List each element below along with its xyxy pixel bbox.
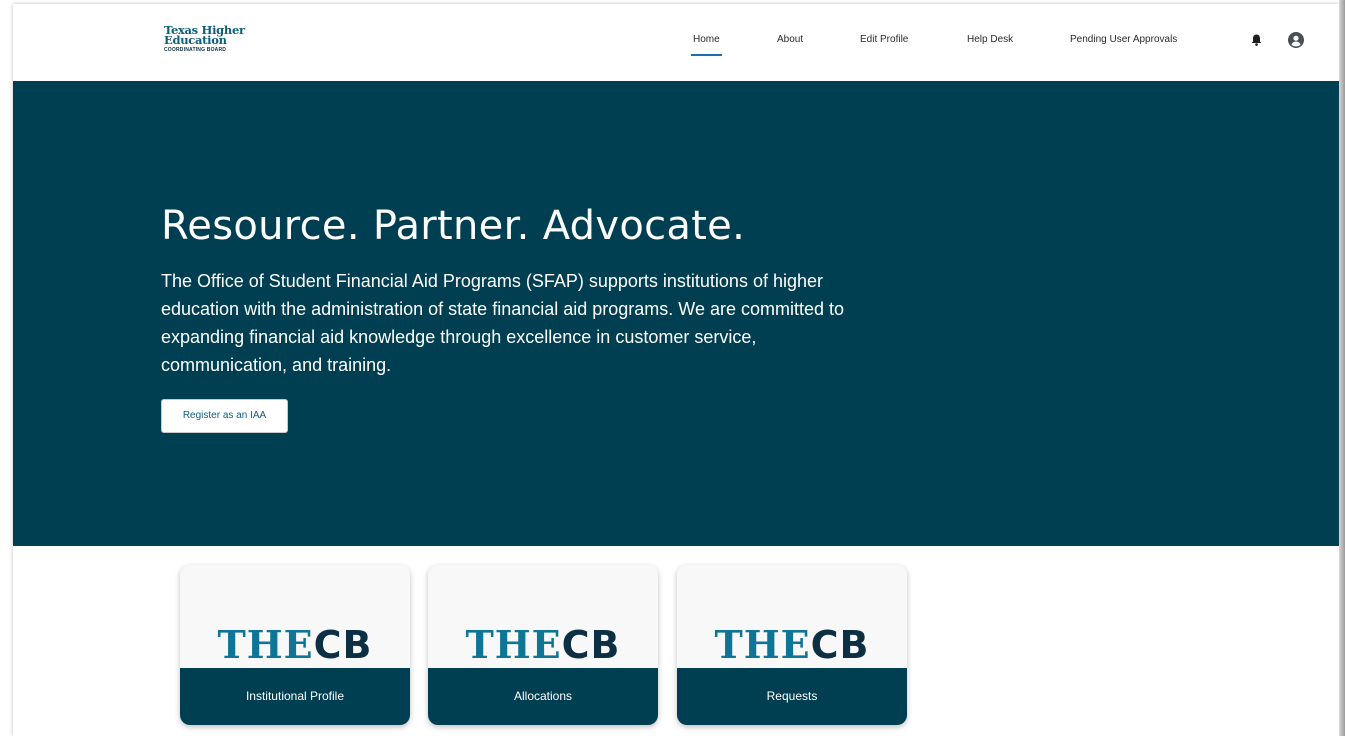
site-header: Texas Higher Education COORDINATING BOAR… (13, 4, 1339, 81)
card-requests[interactable]: THECB Requests (677, 565, 907, 725)
nav-pending-user-approvals[interactable]: Pending User Approvals (1070, 34, 1177, 45)
nav-help-desk[interactable]: Help Desk (967, 34, 1013, 45)
nav-home[interactable]: Home (691, 34, 722, 56)
register-iaa-button[interactable]: Register as an IAA (161, 399, 288, 433)
thecb-card-logo: THECB (677, 622, 907, 668)
card-institutional-profile[interactable]: THECB Institutional Profile (180, 565, 410, 725)
logo-line-3: COORDINATING BOARD (164, 47, 227, 53)
nav-about[interactable]: About (777, 34, 803, 45)
card-allocations[interactable]: THECB Allocations (428, 565, 658, 725)
logo-cb: CB (313, 623, 373, 667)
hero-description: The Office of Student Financial Aid Prog… (161, 271, 845, 375)
logo-the: THE (714, 622, 811, 667)
card-label: Requests (677, 668, 907, 725)
thecb-logo[interactable]: Texas Higher Education COORDINATING BOAR… (164, 24, 245, 54)
page-frame: Texas Higher Education COORDINATING BOAR… (13, 4, 1339, 736)
card-label: Allocations (428, 668, 658, 725)
hero-title: Resource. Partner. Advocate. (161, 203, 746, 249)
nav-edit-profile[interactable]: Edit Profile (860, 34, 908, 45)
thecb-card-logo: THECB (180, 622, 410, 668)
bell-icon[interactable] (1251, 34, 1262, 46)
logo-the: THE (465, 622, 562, 667)
logo-cb: CB (810, 623, 870, 667)
window-edge (1339, 0, 1345, 736)
hero-banner: Resource. Partner. Advocate. The Office … (13, 81, 1339, 546)
logo-the: THE (217, 622, 314, 667)
card-label: Institutional Profile (180, 668, 410, 725)
thecb-card-logo: THECB (428, 622, 658, 668)
user-avatar-icon[interactable] (1288, 32, 1304, 48)
logo-cb: CB (561, 623, 621, 667)
